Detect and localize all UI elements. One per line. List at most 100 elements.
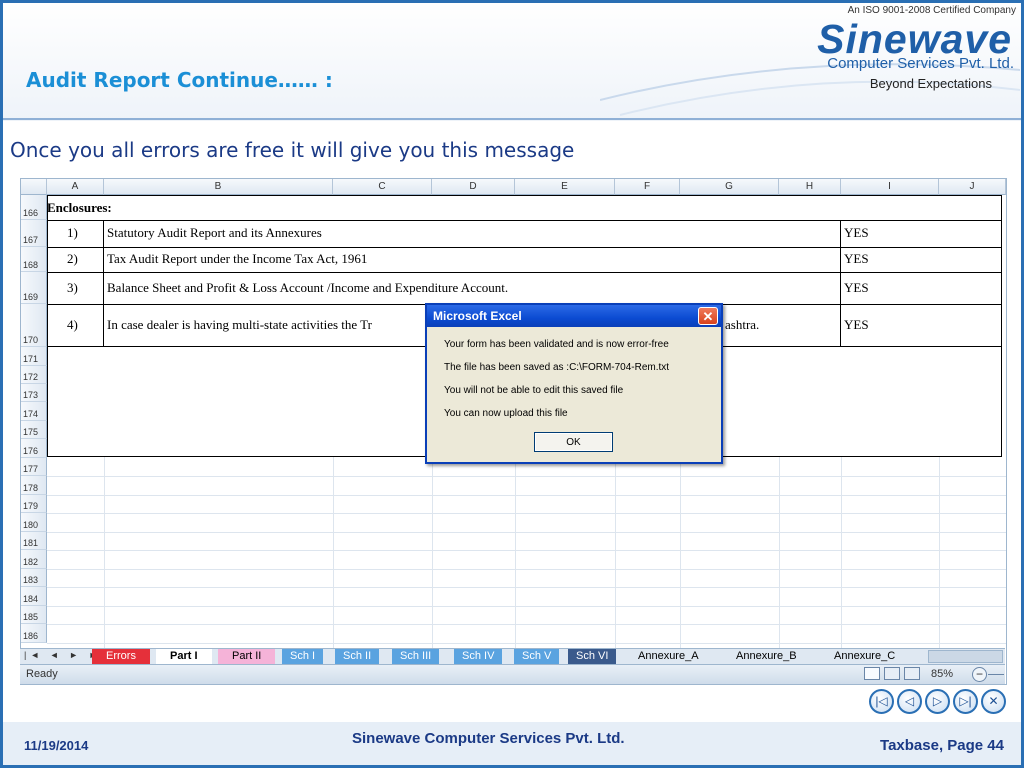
row-header-176[interactable]: 176 xyxy=(21,439,47,458)
normal-view-icon[interactable] xyxy=(864,667,880,680)
column-header-a[interactable]: A xyxy=(47,179,104,195)
row-header-178[interactable]: 178 xyxy=(21,476,47,495)
row-header-171[interactable]: 171 xyxy=(21,347,47,366)
column-header-i[interactable]: I xyxy=(841,179,939,195)
tab-sch-i[interactable]: Sch I xyxy=(282,649,324,664)
row-header-183[interactable]: 183 xyxy=(21,569,47,587)
zoom-level[interactable]: 85% xyxy=(931,668,953,680)
company-tagline: Beyond Expectations xyxy=(869,76,992,91)
table-border xyxy=(47,220,1002,221)
row-header-168[interactable]: 168 xyxy=(21,247,47,272)
tab-sch-iii[interactable]: Sch III xyxy=(392,649,440,664)
row-header-177[interactable]: 177 xyxy=(21,458,47,476)
row-header-184[interactable]: 184 xyxy=(21,587,47,606)
table-border xyxy=(47,247,1002,248)
row-header-174[interactable]: 174 xyxy=(21,402,47,421)
item-text[interactable]: Balance Sheet and Profit & Loss Account … xyxy=(107,280,508,296)
column-header-h[interactable]: H xyxy=(779,179,841,195)
close-icon[interactable]: ✕ xyxy=(981,689,1006,714)
iso-certification-text: An ISO 9001-2008 Certified Company xyxy=(847,5,1016,16)
row-header-170[interactable]: 170 xyxy=(21,304,47,347)
gridline xyxy=(939,457,940,649)
page-layout-view-icon[interactable] xyxy=(884,667,900,680)
row-header-180[interactable]: 180 xyxy=(21,513,47,532)
slide-title: Audit Report Continue…… : xyxy=(26,68,333,92)
page-break-view-icon[interactable] xyxy=(904,667,920,680)
column-header-f[interactable]: F xyxy=(615,179,680,195)
column-header-j[interactable]: J xyxy=(939,179,1006,195)
tab-sch-v[interactable]: Sch V xyxy=(514,649,560,664)
tab-sch-iv[interactable]: Sch IV xyxy=(454,649,503,664)
gridline xyxy=(47,624,1006,625)
ok-button[interactable]: OK xyxy=(534,432,613,452)
gridline xyxy=(680,457,681,649)
item-text[interactable]: Statutory Audit Report and its Annexures xyxy=(107,225,322,241)
item-status[interactable]: YES xyxy=(844,280,869,296)
row-header-185[interactable]: 185 xyxy=(21,606,47,624)
table-border xyxy=(103,220,104,346)
row-header-181[interactable]: 181 xyxy=(21,532,47,550)
gridline xyxy=(841,457,842,649)
row-header-182[interactable]: 182 xyxy=(21,550,47,569)
item-text[interactable]: Tax Audit Report under the Income Tax Ac… xyxy=(107,251,367,267)
gridline xyxy=(47,569,1006,570)
last-slide-icon[interactable]: ▷| xyxy=(953,689,978,714)
row-header-179[interactable]: 179 xyxy=(21,495,47,513)
column-header-g[interactable]: G xyxy=(680,179,779,195)
gridline xyxy=(104,457,105,649)
footer-company: Sinewave Computer Services Pvt. Ltd. xyxy=(352,730,625,747)
item-status[interactable]: YES xyxy=(844,225,869,241)
gridline xyxy=(515,457,516,649)
tab-sch-ii[interactable]: Sch II xyxy=(335,649,380,664)
row-header-167[interactable]: 167 xyxy=(21,220,47,247)
footer-page-number: Taxbase, Page 44 xyxy=(880,737,1004,754)
table-border xyxy=(47,272,1002,273)
company-subtitle: Computer Services Pvt. Ltd. xyxy=(827,55,1014,72)
gridline xyxy=(615,457,616,649)
previous-slide-icon[interactable]: ◁ xyxy=(897,689,922,714)
message-dialog: Microsoft Excel ✕ Your form has been val… xyxy=(425,303,723,464)
tab-annexure-b[interactable]: Annexure_B xyxy=(722,649,811,664)
table-border xyxy=(840,220,841,346)
item-status[interactable]: YES xyxy=(844,251,869,267)
enclosures-label[interactable]: Enclosures: xyxy=(47,200,112,216)
item-number[interactable]: 1) xyxy=(67,225,78,241)
select-all-corner[interactable] xyxy=(21,179,47,195)
row-header-169[interactable]: 169 xyxy=(21,272,47,304)
close-icon[interactable]: ✕ xyxy=(698,307,718,325)
item-number[interactable]: 4) xyxy=(67,317,78,333)
tab-annexure-a[interactable]: Annexure_A xyxy=(624,649,713,664)
column-header-e[interactable]: E xyxy=(515,179,615,195)
status-bar: Ready 85% − xyxy=(20,664,1005,684)
tab-part-ii[interactable]: Part II xyxy=(218,649,276,664)
column-header-d[interactable]: D xyxy=(432,179,515,195)
row-header-172[interactable]: 172 xyxy=(21,366,47,384)
dialog-message: The file has been saved as :C:\FORM-704-… xyxy=(444,362,670,373)
gridline xyxy=(47,513,1006,514)
slide-caption: Once you all errors are free it will giv… xyxy=(10,138,575,162)
zoom-slider[interactable] xyxy=(988,674,1004,675)
gridline xyxy=(47,587,1006,588)
row-header-186[interactable]: 186 xyxy=(21,624,47,643)
gridline xyxy=(333,457,334,649)
tab-errors[interactable]: Errors xyxy=(92,649,150,664)
item-text[interactable]: In case dealer is having multi-state act… xyxy=(107,317,372,333)
tab-annexure-c[interactable]: Annexure_C xyxy=(820,649,909,664)
item-status[interactable]: YES xyxy=(844,317,869,333)
tab-sch-vi[interactable]: Sch VI xyxy=(568,649,617,664)
first-slide-icon[interactable]: |◁ xyxy=(869,689,894,714)
zoom-out-icon[interactable]: − xyxy=(972,667,987,682)
column-header-c[interactable]: C xyxy=(333,179,432,195)
gridline xyxy=(779,457,780,649)
row-header-173[interactable]: 173 xyxy=(21,384,47,402)
item-number[interactable]: 3) xyxy=(67,280,78,296)
gridline xyxy=(47,643,1006,644)
gridline xyxy=(47,476,1006,477)
horizontal-scrollbar[interactable] xyxy=(928,650,1003,663)
item-number[interactable]: 2) xyxy=(67,251,78,267)
column-header-b[interactable]: B xyxy=(104,179,333,195)
next-slide-icon[interactable]: ▷ xyxy=(925,689,950,714)
row-header-166[interactable]: 166 xyxy=(21,195,47,220)
row-header-175[interactable]: 175 xyxy=(21,421,47,439)
item-text-tail[interactable]: ashtra. xyxy=(725,317,759,333)
